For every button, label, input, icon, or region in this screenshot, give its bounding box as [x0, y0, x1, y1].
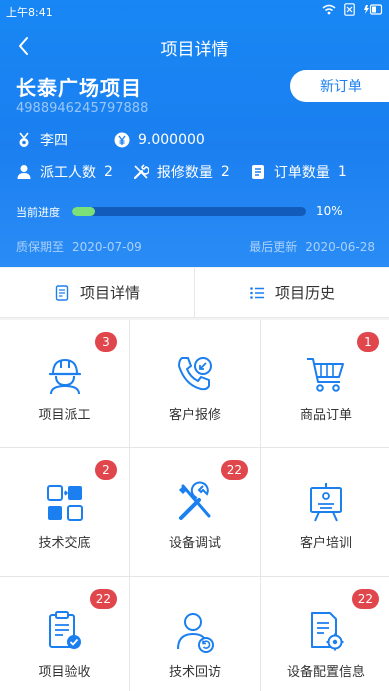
- count-badge: 22: [220, 460, 248, 480]
- amount-item: 9.000000: [114, 132, 205, 148]
- grid-item-label: 设备配置信息: [286, 665, 365, 680]
- status-bar: 上午8:41: [0, 0, 389, 22]
- order-list-icon: [251, 165, 264, 179]
- warranty-value: 2020-07-09: [72, 240, 142, 254]
- count-badge: 2: [95, 460, 117, 480]
- grid-item-tech-briefing[interactable]: 技术交底 2: [0, 448, 129, 576]
- status-time: 上午8:41: [6, 6, 53, 19]
- workers-item: 派工人数 2: [16, 162, 113, 182]
- grid-item-device-config[interactable]: 设备配置信息 22: [261, 577, 389, 691]
- updated-value: 2020-06-28: [305, 240, 375, 254]
- battery-icon: [364, 4, 383, 15]
- updated-label: 最后更新: [249, 240, 298, 254]
- warranty-date: 质保期至 2020-07-09: [16, 238, 142, 255]
- person-icon: [17, 165, 31, 179]
- orders-item: 订单数量 1: [250, 162, 347, 182]
- progress-value: 10%: [316, 204, 343, 218]
- grid-item-label: 技术回访: [168, 665, 221, 680]
- presentation-board-icon: [310, 483, 342, 522]
- status-icons: [322, 3, 383, 16]
- manager-amount-row: 李四 9.000000: [16, 130, 225, 150]
- grid-item-label: 项目派工: [38, 408, 91, 423]
- grid-item-label: 技术交底: [38, 536, 91, 551]
- wifi-icon: [322, 4, 336, 15]
- tab-project-history[interactable]: 项目历史: [194, 268, 389, 317]
- amount-value: 9.000000: [138, 132, 205, 148]
- grid-item-label: 客户报修: [168, 408, 221, 423]
- grid-item-product-orders[interactable]: 商品订单 1: [261, 320, 389, 447]
- project-name: 长泰广场项目: [16, 76, 142, 100]
- warranty-label: 质保期至: [16, 240, 65, 254]
- function-grid: 项目派工 3 客户报修 商品订单 1 技术交底 2 设备调试 22 客户培训 项…: [0, 320, 389, 691]
- repairs-item: 报修数量 2: [133, 162, 230, 182]
- grid-item-device-debug[interactable]: 设备调试 22: [130, 448, 260, 576]
- detail-tabs: 项目详情 项目历史: [0, 268, 389, 318]
- tab-project-detail[interactable]: 项目详情: [0, 268, 194, 317]
- count-badge: 3: [95, 332, 117, 352]
- count-badge: 22: [351, 589, 379, 609]
- repairs-value: 2: [220, 164, 230, 180]
- last-updated: 最后更新 2020-06-28: [249, 238, 375, 255]
- workers-label: 派工人数: [40, 165, 96, 181]
- no-sim-icon: [344, 3, 355, 16]
- config-document-icon: [311, 612, 344, 651]
- grid-item-customer-training[interactable]: 客户培训: [261, 448, 389, 576]
- tab-label: 项目历史: [274, 284, 335, 302]
- workers-value: 2: [104, 164, 113, 180]
- orders-label: 订单数量: [273, 165, 330, 181]
- count-badge: 22: [89, 589, 117, 609]
- grid-item-label: 商品订单: [299, 408, 352, 423]
- grid-item-project-dispatch[interactable]: 项目派工 3: [0, 320, 129, 447]
- worker-helmet-icon: [48, 358, 81, 395]
- exchange-icon: [46, 485, 83, 521]
- page-title: 项目详情: [160, 40, 229, 60]
- tools-icon: [179, 481, 211, 520]
- orders-value: 1: [337, 164, 347, 180]
- grid-item-label: 客户培训: [299, 536, 352, 551]
- progress-label: 当前进度: [16, 206, 60, 219]
- grid-item-label: 项目验收: [38, 665, 91, 680]
- count-badge: 1: [357, 332, 379, 352]
- yuan-icon: [114, 132, 130, 148]
- new-order-button[interactable]: 新订单: [290, 70, 389, 102]
- manager-item: 李四: [16, 130, 68, 150]
- counts-row: 派工人数 2 报修数量 2 订单数量 1: [16, 162, 347, 182]
- user-revisit-icon: [177, 613, 214, 653]
- wrench-icon: [133, 164, 149, 180]
- clipboard-check-icon: [48, 611, 81, 649]
- list-icon: [250, 286, 264, 299]
- manager-name: 李四: [40, 133, 68, 149]
- medal-icon: [19, 132, 29, 147]
- repairs-label: 报修数量: [156, 165, 213, 181]
- grid-item-project-acceptance[interactable]: 项目验收 22: [0, 577, 129, 691]
- grid-item-customer-repair[interactable]: 客户报修: [130, 320, 260, 447]
- shopping-cart-icon: [307, 358, 344, 392]
- grid-item-tech-revisit[interactable]: 技术回访: [130, 577, 260, 691]
- tab-label: 项目详情: [79, 284, 140, 302]
- nav-bar: 项目详情: [0, 28, 389, 64]
- phone-call-icon: [178, 357, 212, 391]
- document-icon: [55, 284, 69, 301]
- progress-bar: [72, 207, 306, 216]
- project-code: 4988946245797888: [16, 101, 149, 116]
- project-header: 上午8:41 项目详情 长泰广场项目 4988946245797888 新订单 …: [0, 0, 389, 267]
- grid-item-label: 设备调试: [168, 536, 221, 551]
- progress-fill: [72, 207, 96, 216]
